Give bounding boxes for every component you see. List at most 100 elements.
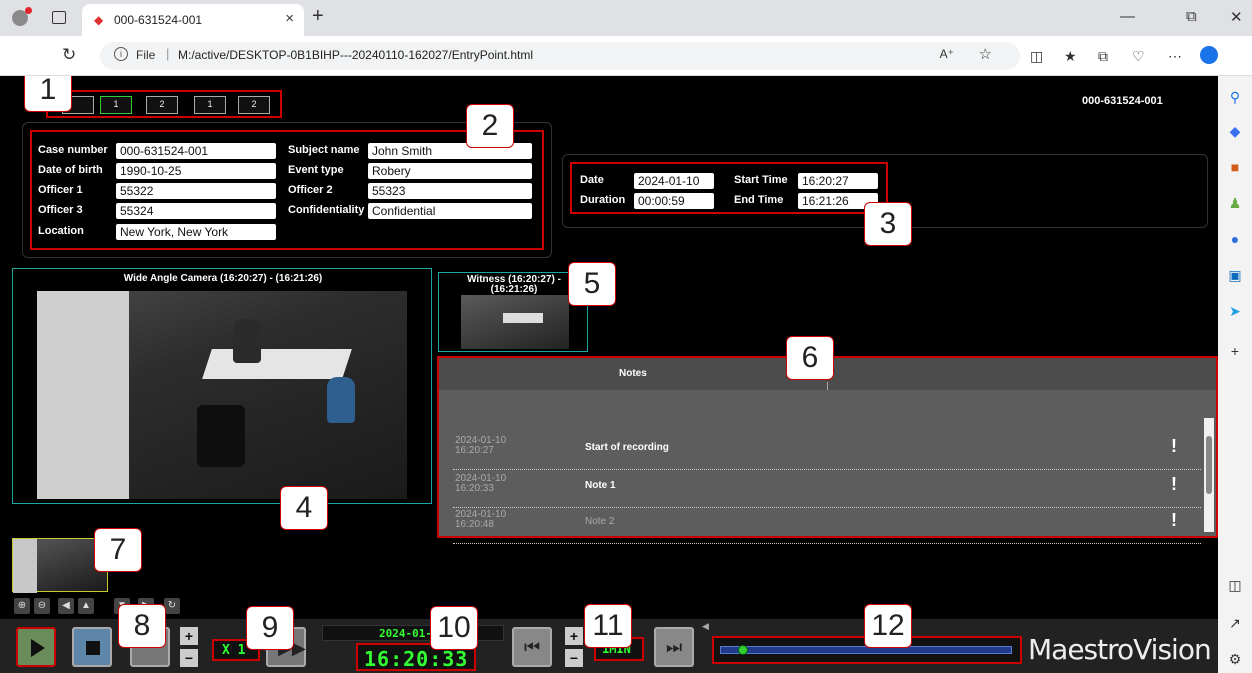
case-number-field[interactable]: 000-631524-001 bbox=[116, 143, 276, 159]
tab-title: 000-631524-001 bbox=[114, 13, 203, 27]
reset-view-icon[interactable]: ↻ bbox=[164, 598, 180, 614]
outlook-icon[interactable]: ▣ bbox=[1226, 266, 1244, 284]
officer2-field[interactable]: 55323 bbox=[368, 183, 532, 199]
officer1-field[interactable]: 55322 bbox=[116, 183, 276, 199]
tag-icon[interactable]: ◆ bbox=[1226, 122, 1244, 140]
scrollbar-thumb[interactable] bbox=[1206, 436, 1212, 494]
door-region bbox=[37, 291, 129, 499]
officer2-label: Officer 2 bbox=[288, 184, 333, 196]
callout-9: 9 bbox=[246, 606, 294, 650]
browser-tab-bar: ◆ 000-631524-001 × + — ⧉ ✕ bbox=[0, 0, 1252, 36]
event-type-field[interactable]: Robery bbox=[368, 163, 532, 179]
arrow-left-icon[interactable]: ◀ bbox=[58, 598, 74, 614]
browser-essentials-icon[interactable]: ♡ bbox=[1132, 48, 1145, 65]
play-button[interactable] bbox=[16, 627, 56, 667]
games-icon[interactable]: ♟ bbox=[1226, 194, 1244, 212]
date-field[interactable]: 2024-01-10 bbox=[634, 173, 714, 189]
start-time-field[interactable]: 16:20:27 bbox=[798, 173, 878, 189]
layout-button-1[interactable]: 1 bbox=[194, 96, 226, 114]
url-text: M:/active/DESKTOP-0B1BIHP---20240110-162… bbox=[178, 48, 534, 62]
officer3-label: Officer 3 bbox=[38, 204, 83, 216]
brand-logo: MaestroVision bbox=[1028, 633, 1212, 666]
read-aloud-icon[interactable]: A⁺ bbox=[940, 47, 954, 61]
layout-button-2-pip[interactable]: 2 bbox=[146, 96, 178, 114]
search-icon[interactable]: ⚲ bbox=[1226, 88, 1244, 106]
officer3-field[interactable]: 55324 bbox=[116, 203, 276, 219]
note-row[interactable]: 2024-01-10 16:20:27 Start of recording ! bbox=[453, 434, 1201, 470]
callout-8: 8 bbox=[118, 604, 166, 648]
skip-back-icon: ⏮ bbox=[524, 637, 541, 657]
url-field[interactable]: i File | M:/active/DESKTOP-0B1BIHP---202… bbox=[100, 42, 1020, 70]
collections-icon[interactable]: ⧉ bbox=[1098, 48, 1108, 65]
note-flag-icon[interactable]: ! bbox=[1171, 474, 1177, 495]
session-info-box: Date 2024-01-10 Duration 00:00:59 Start … bbox=[570, 162, 888, 214]
new-tab-icon[interactable]: + bbox=[312, 5, 324, 28]
minimize-icon[interactable]: — bbox=[1120, 8, 1135, 25]
dob-field[interactable]: 1990-10-25 bbox=[116, 163, 276, 179]
stop-button[interactable] bbox=[72, 627, 112, 667]
skip-forward-icon: ⏭ bbox=[666, 637, 683, 657]
toolbox-icon[interactable]: ■ bbox=[1226, 158, 1244, 176]
settings-gear-icon[interactable]: ⚙ bbox=[1226, 650, 1244, 668]
split-screen-icon[interactable]: ◫ bbox=[1030, 48, 1043, 65]
zoom-out-icon[interactable]: ⊖ bbox=[34, 598, 50, 614]
callout-7: 7 bbox=[94, 528, 142, 572]
browser-sidebar: ⚲ ◆ ■ ♟ ● ▣ ➤ + ◫ ↗ ⚙ bbox=[1218, 76, 1252, 673]
layout-button-1-pip[interactable]: 1 bbox=[100, 96, 132, 114]
speed-minus-button[interactable]: − bbox=[180, 649, 198, 667]
callout-5: 5 bbox=[568, 262, 616, 306]
callout-11: 11 bbox=[584, 604, 632, 648]
tab-close-icon[interactable]: × bbox=[285, 10, 294, 27]
browser-tab[interactable]: ◆ 000-631524-001 × bbox=[82, 4, 304, 36]
note-timestamp: 2024-01-10 16:20:33 bbox=[455, 473, 507, 494]
zoom-in-icon[interactable]: ⊕ bbox=[14, 598, 30, 614]
external-link-icon[interactable]: ↗ bbox=[1226, 614, 1244, 632]
url-scheme: File bbox=[136, 48, 156, 62]
note-flag-icon[interactable]: ! bbox=[1171, 510, 1177, 531]
send-icon[interactable]: ➤ bbox=[1226, 302, 1244, 320]
confidentiality-field[interactable]: Confidential bbox=[368, 203, 532, 219]
location-field[interactable]: New York, New York bbox=[116, 224, 276, 240]
previous-button[interactable]: ⏮ bbox=[512, 627, 552, 667]
favorites-icon[interactable]: ★ bbox=[1064, 48, 1077, 65]
note-row[interactable]: 2024-01-10 16:20:33 Note 1 ! bbox=[453, 472, 1201, 508]
timeline-start-marker-icon: ◀ bbox=[702, 621, 709, 631]
step-plus-button[interactable]: + bbox=[565, 627, 583, 645]
restore-icon[interactable]: ⧉ bbox=[1186, 8, 1197, 25]
stop-icon bbox=[86, 641, 100, 655]
witness-camera-view[interactable]: Witness (16:20:27) - (16:21:26) bbox=[438, 272, 588, 352]
tab-actions-icon[interactable] bbox=[52, 11, 66, 24]
main-camera-view[interactable]: Wide Angle Camera (16:20:27) - (16:21:26… bbox=[12, 268, 432, 504]
player-app: 1 2 1 2 000-631524-001 Case number 000-6… bbox=[0, 76, 1218, 673]
note-text: Note 2 bbox=[585, 516, 615, 527]
add-sidebar-icon[interactable]: + bbox=[1226, 342, 1244, 360]
profile-icon[interactable] bbox=[12, 7, 32, 26]
callout-6: 6 bbox=[786, 336, 834, 380]
notes-panel: Notes 2024-01-10 16:20:27 Start of record… bbox=[437, 356, 1218, 544]
speed-plus-button[interactable]: + bbox=[180, 627, 198, 645]
arrow-up-icon[interactable]: ▲ bbox=[78, 598, 94, 614]
copilot-icon[interactable] bbox=[1200, 46, 1218, 64]
notes-scrollbar[interactable] bbox=[1204, 418, 1214, 532]
window-close-icon[interactable]: ✕ bbox=[1230, 8, 1243, 26]
note-row[interactable]: 2024-01-10 16:20:48 Note 2 ! bbox=[453, 508, 1201, 544]
callout-1: 1 bbox=[24, 76, 72, 112]
officer-figure bbox=[233, 319, 261, 363]
step-minus-button[interactable]: − bbox=[565, 649, 583, 667]
duration-field[interactable]: 00:00:59 bbox=[634, 193, 714, 209]
callout-12: 12 bbox=[864, 604, 912, 648]
layout-button-2[interactable]: 2 bbox=[238, 96, 270, 114]
location-label: Location bbox=[38, 225, 84, 237]
witness-camera-video bbox=[461, 295, 569, 349]
callout-3: 3 bbox=[864, 202, 912, 246]
event-type-label: Event type bbox=[288, 164, 344, 176]
info-icon[interactable]: i bbox=[114, 47, 128, 61]
more-icon[interactable]: ⋯ bbox=[1168, 48, 1182, 65]
start-time-label: Start Time bbox=[734, 174, 788, 186]
hide-sidebar-icon[interactable]: ◫ bbox=[1226, 576, 1244, 594]
next-button[interactable]: ⏭ bbox=[654, 627, 694, 667]
note-flag-icon[interactable]: ! bbox=[1171, 436, 1177, 457]
office-icon[interactable]: ● bbox=[1226, 230, 1244, 248]
favorite-star-icon[interactable]: ☆ bbox=[979, 45, 992, 63]
refresh-icon[interactable]: ↻ bbox=[62, 45, 76, 65]
